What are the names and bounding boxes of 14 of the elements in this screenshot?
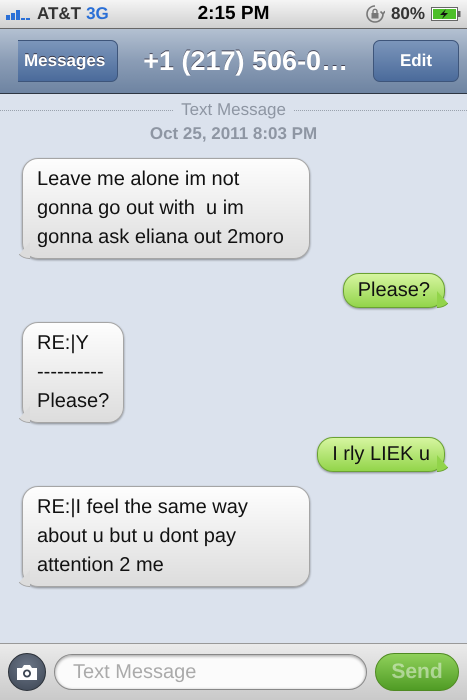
rotation-lock-icon: [364, 4, 385, 24]
message-type-label: Text Message: [181, 100, 286, 120]
network-type: 3G: [86, 4, 109, 24]
carrier-name: AT&T: [37, 4, 82, 24]
camera-button[interactable]: [8, 653, 46, 691]
battery-charging-icon: [431, 7, 461, 21]
camera-icon: [16, 664, 38, 680]
message-input-field[interactable]: Text Message: [54, 654, 367, 690]
battery-percent: 80%: [390, 4, 425, 24]
edit-button[interactable]: Edit: [373, 40, 459, 82]
signal-icon: [6, 8, 32, 20]
timestamp: Oct 25, 2011 8:03 PM: [148, 124, 318, 144]
conversation-title: +1 (217) 506-0…: [142, 46, 350, 76]
clock-time: 2:15 PM: [198, 3, 270, 25]
